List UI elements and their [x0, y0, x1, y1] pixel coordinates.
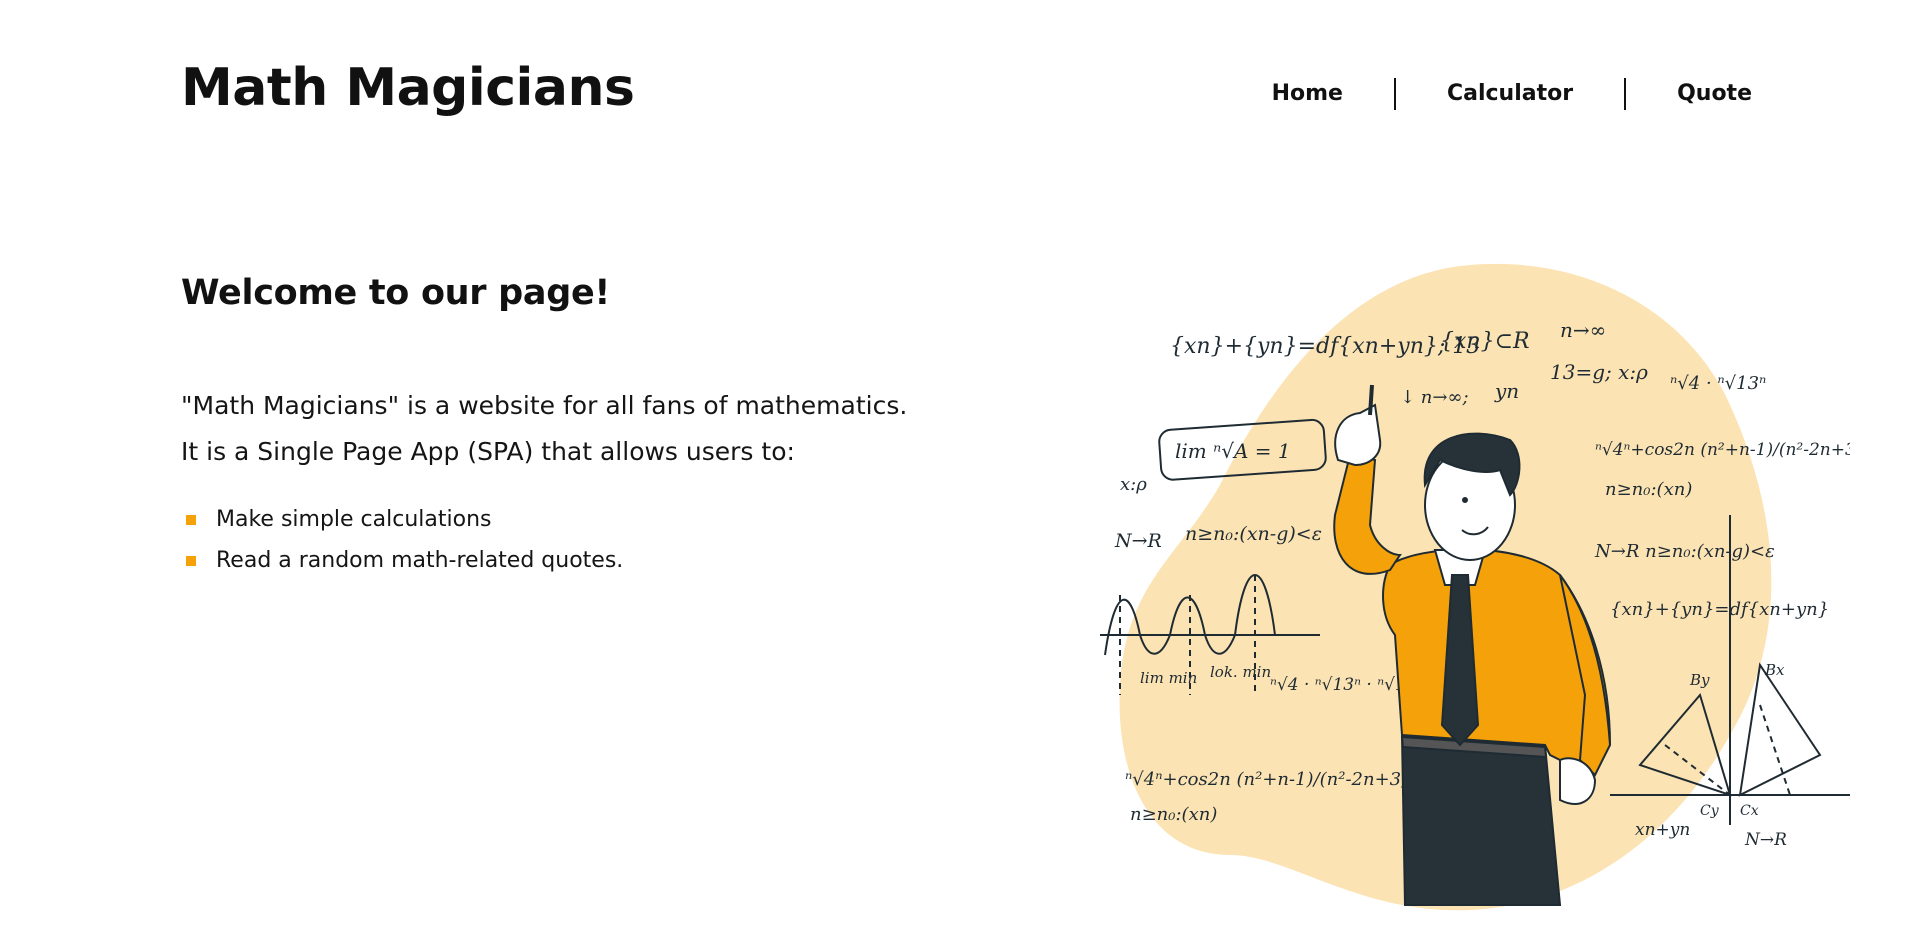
math-teacher-illustration: {xn}+{yn}=df{xn+yn}; 13 {xn}⊂R n→∞ ↓ n→∞… [1090, 255, 1850, 915]
site-title: Math Magicians [181, 58, 635, 118]
formula-text: n≥n₀:(xn) [1605, 479, 1692, 500]
nav-link-home[interactable]: Home [1221, 78, 1394, 110]
feature-item: Read a random math-related quotes. [181, 540, 623, 581]
formula-text: lim ⁿ√A = 1 [1175, 439, 1291, 463]
formula-text: {xn}+{yn}=df{xn+yn} [1610, 599, 1829, 620]
formula-text: x:ρ [1120, 474, 1147, 495]
formula-text: By [1689, 671, 1710, 689]
formula-text: Bx [1764, 661, 1785, 679]
formula-text: ↓ n→∞; [1400, 387, 1469, 408]
formula-text: Cx [1740, 803, 1759, 819]
formula-text: ⁿ√4ⁿ+cos2n (n²+n-1)/(n²-2n+3) [1125, 769, 1408, 790]
main-nav: Home Calculator Quote [1221, 78, 1752, 110]
nav-link-calculator[interactable]: Calculator [1396, 78, 1624, 110]
formula-text: xn+yn [1635, 820, 1690, 840]
formula-text: n→∞ [1560, 318, 1606, 342]
formula-text: N→R [1744, 830, 1787, 850]
square-bullet-icon [186, 514, 196, 525]
formula-text: ⁿ√4 · ⁿ√13ⁿ [1670, 373, 1766, 394]
intro-line: It is a Single Page App (SPA) that allow… [181, 437, 795, 466]
formula-text: lok. min [1210, 663, 1271, 681]
formula-text: yn [1494, 379, 1519, 403]
square-bullet-icon [186, 555, 196, 566]
formula-text: n≥n₀:(xn) [1130, 804, 1217, 825]
feature-text: Make simple calculations [216, 507, 492, 532]
page: Math Magicians Home Calculator Quote Wel… [0, 0, 1920, 948]
formula-text: {xn}+{yn}=df{xn+yn}; 13 [1170, 334, 1480, 359]
formula-text: n≥n₀:(xn-g)<ε [1185, 523, 1322, 545]
formula-text: 13=g; x:ρ [1550, 360, 1648, 384]
nav-link-quote[interactable]: Quote [1626, 78, 1752, 110]
formula-text: ⁿ√4ⁿ+cos2n (n²+n-1)/(n²-2n+3) [1595, 440, 1850, 460]
math-teacher-icon: {xn}+{yn}=df{xn+yn}; 13 {xn}⊂R n→∞ ↓ n→∞… [1100, 263, 1850, 911]
formula-text: lim min [1140, 669, 1197, 687]
formula-text: N→R [1114, 530, 1162, 552]
formula-text: Cy [1700, 803, 1720, 819]
formula-text: N→R n≥n₀:(xn-g)<ε [1594, 541, 1775, 562]
intro-text: "Math Magicians" is a website for all fa… [181, 383, 941, 475]
feature-item: Make simple calculations [181, 499, 623, 540]
feature-text: Read a random math-related quotes. [216, 548, 624, 573]
welcome-heading: Welcome to our page! [181, 273, 611, 313]
formula-text: {xn}⊂R [1440, 329, 1530, 354]
intro-line: "Math Magicians" is a website for all fa… [181, 391, 908, 420]
feature-list: Make simple calculations Read a random m… [181, 499, 623, 581]
